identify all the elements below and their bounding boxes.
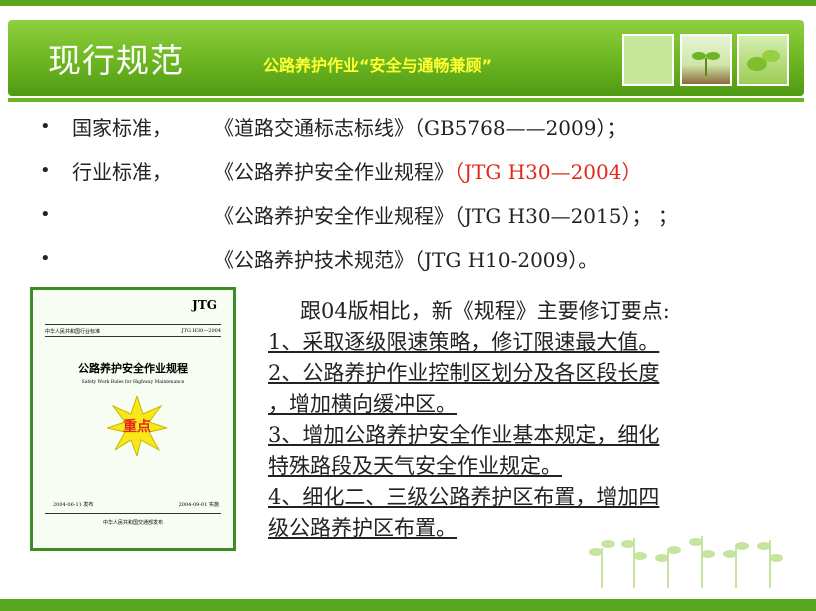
cover-publisher: 中华人民共和国交通部发布: [102, 520, 163, 526]
cover-title: 公路养护安全作业规程: [78, 362, 188, 375]
revision-line: 2、公路养护作业控制区划分及各区段长度: [268, 361, 660, 385]
list-item: • 国家标准， 《道路交通标志标线》（GB5768——2009）；: [40, 112, 800, 156]
revision-line: 特殊路段及天气安全作业规定。: [268, 454, 562, 478]
revision-points: 跟04版相比，新《规程》主要修订要点: 1、采取逐级限速策略，修订限速最大值。 …: [268, 296, 788, 544]
bullet-icon: •: [40, 248, 51, 269]
standard-cover-image: JTG 中华人民共和国行业标准 JTG H30—2004 公路养护安全作业规程 …: [30, 287, 236, 551]
bottom-rule: [0, 599, 816, 611]
leaves-icon: [747, 50, 780, 71]
leaf-photo-thumbnail: [622, 34, 674, 86]
list-item: • 《公路养护技术规范》（JTG H10-2009）。: [40, 244, 800, 288]
revision-line: 4、细化二、三级公路养护区布置，增加四: [268, 485, 660, 509]
leaves-photo-thumbnail: [737, 34, 789, 86]
revision-line: 3、增加公路养护安全作业基本规定，细化: [268, 423, 660, 447]
top-rule: [0, 0, 816, 6]
cover-stamp-text: 重点: [123, 419, 151, 435]
cover-english-title: Safety Work Rules for Highway Maintenanc…: [81, 380, 185, 385]
standard-document: 《道路交通标志标线》（GB5768——2009）；: [214, 116, 627, 140]
cover-divider: [45, 513, 221, 514]
standard-code-highlight: （JTG H30—2004）: [454, 160, 642, 184]
list-item: • 《公路养护安全作业规程》（JTG H30—2015）； ；: [40, 200, 800, 244]
page-title: 现行规范: [48, 41, 184, 80]
cover-divider: [45, 336, 221, 337]
standard-document: 《公路养护安全作业规程》（JTG H30—2015）； ；: [214, 204, 678, 228]
cover-standard-code: JTG H30—2004: [181, 328, 221, 334]
revision-line: ，增加横向缓冲区。: [268, 392, 457, 416]
sprout-icon: [692, 52, 720, 76]
revision-line: 1、采取逐级限速策略，修订限速最大值。: [268, 330, 660, 354]
bullet-icon: •: [40, 116, 51, 137]
standards-list: • 国家标准， 《道路交通标志标线》（GB5768——2009）； • 行业标准…: [40, 112, 800, 288]
standard-document: 《公路养护技术规范》（JTG H10-2009）。: [214, 248, 599, 272]
cover-jtg-label: JTG: [192, 298, 217, 312]
page-subtitle: 公路养护作业“安全与通畅兼顾”: [263, 56, 493, 75]
plant-silhouette-decoration: [589, 536, 783, 588]
cover-divider: [45, 324, 221, 325]
bullet-icon: •: [40, 204, 51, 225]
list-item: • 行业标准， 《公路养护安全作业规程》（JTG H30—2004）: [40, 156, 800, 200]
sprout-photo-thumbnail: [680, 34, 732, 86]
cover-effective-date: 2004-09-01 实施: [178, 502, 219, 508]
header-stripe: [8, 98, 804, 102]
bullet-icon: •: [40, 160, 51, 181]
standard-category: 国家标准，: [72, 116, 172, 140]
cover-standard-type: 中华人民共和国行业标准: [45, 329, 101, 335]
cover-issue-date: 2004-06-11 发布: [53, 502, 94, 508]
standard-category: 行业标准，: [72, 160, 172, 184]
standard-document: 《公路养护安全作业规程》（JTG H30—2004）: [214, 160, 642, 184]
revision-heading: 跟04版相比，新《规程》主要修订要点:: [300, 299, 670, 323]
